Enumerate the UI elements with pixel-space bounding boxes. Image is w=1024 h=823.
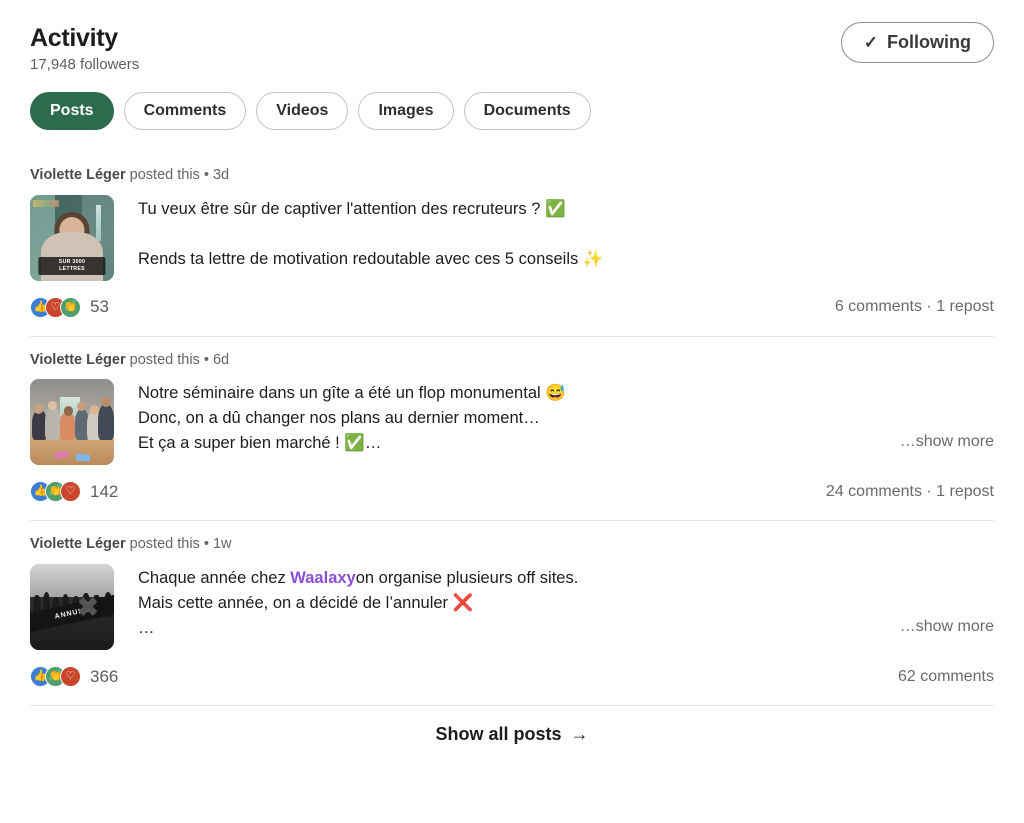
cross-mark-icon: ✖	[77, 591, 99, 622]
filter-pill-comments[interactable]: Comments	[123, 91, 247, 130]
reaction-count: 53	[90, 297, 109, 317]
filter-pill-images[interactable]: Images	[358, 91, 454, 130]
reaction-love-icon: ♡	[60, 481, 81, 503]
post-action: posted this	[129, 351, 200, 368]
show-all-posts-button[interactable]: Show all posts →	[435, 724, 588, 745]
post-line: Et ça a super bien marché ! ✅…	[138, 434, 382, 453]
post-author[interactable]: Violette Léger	[30, 352, 126, 368]
post-line: Notre séminaire dans un gîte a été un fl…	[138, 384, 566, 403]
post-separator: •	[203, 351, 209, 368]
post-time: 6d	[212, 351, 230, 368]
post-thumbnail-group[interactable]	[30, 379, 114, 466]
reaction-love-icon: ♡	[60, 666, 81, 688]
post-text: Notre séminaire dans un gîte a été un fl…	[138, 379, 994, 465]
check-icon: ✓	[863, 33, 879, 52]
reaction-count: 366	[90, 666, 119, 686]
mention-link[interactable]: Waalaxy	[290, 569, 355, 587]
post-separator: •	[203, 536, 209, 553]
post-engagement-row: 👍 ♡ 👏 53 6 comments · 1 repost	[30, 281, 994, 336]
post-time: 1w	[212, 536, 232, 553]
following-button[interactable]: ✓ Following	[840, 22, 994, 63]
post-thumbnail-cancelled[interactable]: ANNULÉ ✖	[30, 564, 114, 651]
reaction-count: 142	[90, 481, 119, 501]
filter-pills: Posts Comments Videos Images Documents	[30, 91, 994, 130]
comments-reposts-label[interactable]: 6 comments · 1 repost	[835, 298, 994, 316]
filter-pill-videos[interactable]: Videos	[256, 91, 349, 130]
post-meta: Violette Léger posted this • 3d	[30, 166, 994, 185]
post-action: posted this	[129, 536, 200, 553]
post-time: 3d	[212, 166, 230, 183]
activity-header: Activity 17,948 followers ✓ Following	[30, 0, 994, 74]
post-line: …	[138, 619, 155, 638]
post-line: Chaque année chez Waalaxyon organise plu…	[138, 566, 994, 591]
post-text: Tu veux être sûr de captiver l'attention…	[138, 195, 994, 281]
post-author[interactable]: Violette Léger	[30, 536, 126, 552]
post-line: Rends ta lettre de motivation redoutable…	[138, 249, 604, 268]
post-action: posted this	[129, 166, 200, 183]
reactions[interactable]: 👍 👏 ♡ 366	[30, 666, 119, 688]
comments-reposts-label[interactable]: 24 comments · 1 repost	[826, 483, 994, 501]
post-author[interactable]: Violette Léger	[30, 167, 126, 183]
post-meta: Violette Léger posted this • 1w	[30, 535, 994, 554]
reaction-celebrate-icon: 👏	[60, 296, 81, 318]
post-line-prefix: Chaque année chez	[138, 569, 291, 588]
arrow-right-icon: →	[570, 723, 589, 744]
activity-footer: Show all posts →	[30, 705, 994, 762]
post-engagement-row: 👍 👏 ♡ 142 24 comments · 1 repost	[30, 465, 994, 520]
following-button-label: Following	[887, 32, 971, 52]
reactions[interactable]: 👍 👏 ♡ 142	[30, 481, 119, 503]
post-line-suffix: on organise plusieurs off sites.	[355, 569, 579, 588]
post-line: Tu veux être sûr de captiver l'attention…	[138, 199, 566, 218]
post-separator: •	[203, 166, 209, 183]
comments-reposts-label[interactable]: 62 comments	[898, 668, 994, 686]
post-line: Donc, on a dû changer nos plans au derni…	[138, 409, 540, 428]
thumbnail-caption: SUR 3000 LETTRES	[38, 257, 106, 276]
activity-card: Activity 17,948 followers ✓ Following Po…	[0, 0, 1024, 823]
post-item: Violette Léger posted this • 3d SUR 3000…	[30, 152, 994, 336]
reactions[interactable]: 👍 ♡ 👏 53	[30, 296, 109, 318]
post-engagement-row: 👍 👏 ♡ 366 62 comments	[30, 650, 994, 705]
post-thumbnail-video[interactable]: SUR 3000 LETTRES	[30, 194, 114, 281]
post-item: Violette Léger posted this • 1w ANNULÉ ✖	[30, 520, 994, 705]
filter-pill-documents[interactable]: Documents	[463, 91, 591, 130]
post-meta: Violette Léger posted this • 6d	[30, 351, 994, 370]
show-more-link[interactable]: …show more	[900, 429, 994, 454]
show-more-link[interactable]: …show more	[900, 614, 994, 639]
post-line: Mais cette année, on a décidé de l’annul…	[138, 594, 474, 613]
show-all-posts-label: Show all posts	[435, 723, 562, 744]
post-item: Violette Léger posted this • 6d Notre sé…	[30, 335, 994, 521]
activity-feed: Violette Léger posted this • 3d SUR 3000…	[30, 152, 994, 706]
post-text: Chaque année chez Waalaxyon organise plu…	[138, 564, 994, 650]
filter-pill-posts[interactable]: Posts	[30, 91, 114, 130]
